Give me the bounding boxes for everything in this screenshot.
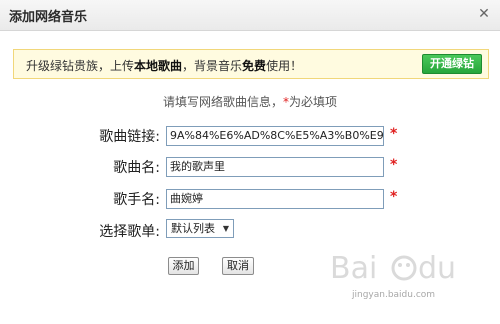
dialog-title: 添加网络音乐 [9,10,88,25]
watermark-url: jingyan.baidu.com [352,290,436,300]
add-button[interactable]: 添加 [168,257,199,275]
song-name-input[interactable]: 我的歌声里 [166,157,384,177]
song-link-required-mark: * [390,126,398,142]
playlist-label: 选择歌单: [99,224,160,240]
banner-text-c: ，背景音乐 [182,59,243,73]
song-link-label: 歌曲链接: [99,129,160,145]
banner-text-d: 免费 [242,59,267,73]
song-name-required-mark: * [390,157,398,173]
svg-text:du: du [418,251,456,286]
banner-text-e: 使用！ [266,59,303,73]
hint-text-b: 为必填项 [289,95,338,109]
song-name-label: 歌曲名: [113,160,160,176]
banner-text-b: 本地歌曲 [134,59,183,73]
baidu-watermark-logo: Bai du [330,251,456,286]
song-link-input[interactable]: 9A%84%E6%AD%8C%E5%A3%B0%E9%87%8C.mp3 [166,126,384,146]
banner-text: 升级绿钻贵族，上传本地歌曲，背景音乐免费使用！ [26,57,302,74]
banner-text-a: 升级绿钻贵族，上传 [26,59,135,73]
hint-text-a: 请填写网络歌曲信息， [162,95,283,109]
cancel-button[interactable]: 取消 [222,257,254,275]
upgrade-banner: 升级绿钻贵族，上传本地歌曲，背景音乐免费使用！ 开通绿钻 [13,49,489,79]
singer-label: 歌手名: [113,192,160,208]
svg-text:Bai: Bai [330,251,377,286]
singer-input[interactable]: 曲婉婷 [166,189,384,209]
chevron-down-icon: ▼ [222,224,229,233]
open-green-diamond-button[interactable]: 开通绿钻 [422,54,482,74]
close-icon[interactable]: ✕ [476,6,492,22]
dialog-titlebar: 添加网络音乐 ✕ [0,0,500,31]
playlist-selected-value: 默认列表 [171,222,215,235]
singer-required-mark: * [390,189,398,205]
required-hint: 请填写网络歌曲信息，*为必填项 [0,93,500,110]
playlist-select[interactable]: 默认列表 ▼ [166,219,234,238]
